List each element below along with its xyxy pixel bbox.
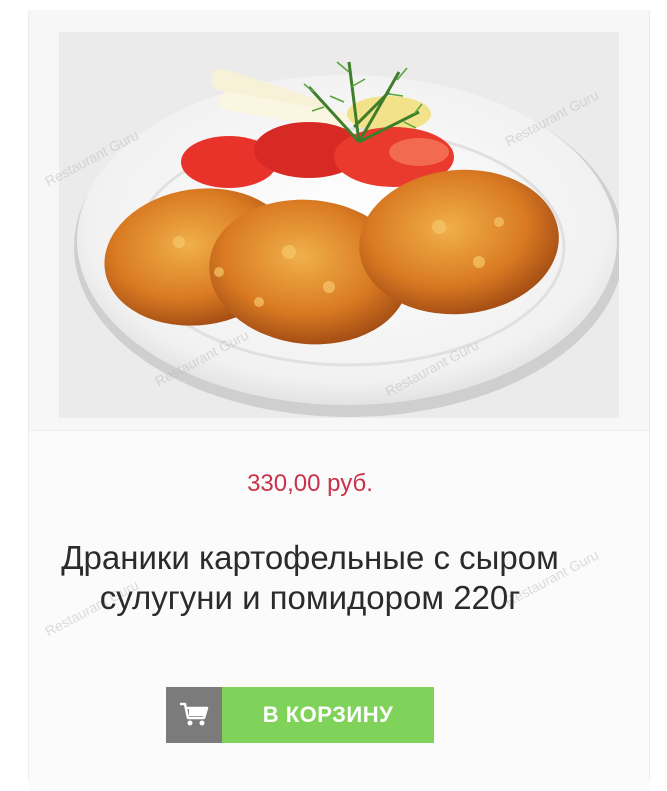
product-price: 330,00 руб.: [247, 470, 373, 497]
product-card: [28, 10, 650, 791]
cart-controls: В КОРЗИНУ: [166, 687, 434, 743]
add-to-cart-button[interactable]: В КОРЗИНУ: [222, 687, 434, 743]
shopping-cart-icon: [180, 702, 209, 726]
product-photo[interactable]: [59, 32, 619, 418]
cart-icon-button[interactable]: [166, 687, 222, 743]
food-illustration: [59, 32, 619, 418]
product-title[interactable]: Драники картофельные с сыром сулугуни и …: [30, 538, 590, 618]
